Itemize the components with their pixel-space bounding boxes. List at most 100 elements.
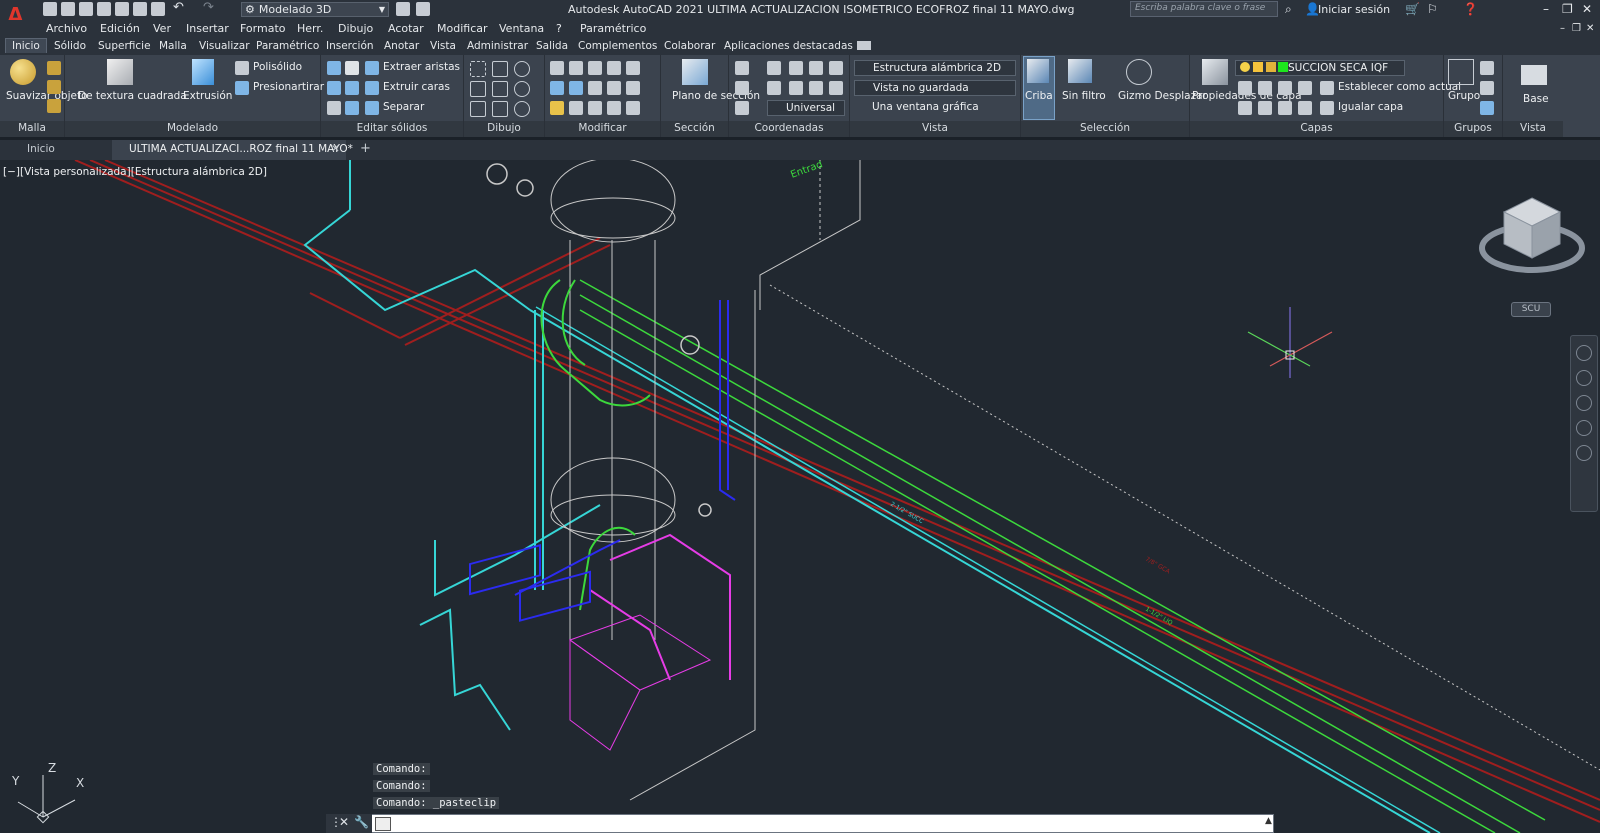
base-view-icon[interactable] [1521, 65, 1547, 85]
smooth-object-icon[interactable] [10, 59, 36, 85]
spline-icon[interactable] [470, 81, 486, 97]
extraer-button[interactable]: Extraer aristas [383, 61, 460, 73]
tab-vista[interactable]: Vista [430, 40, 456, 52]
tab-complementos[interactable]: Complementos [578, 40, 657, 52]
close-tab-icon[interactable]: ✕ [331, 143, 340, 155]
union-icon[interactable] [327, 61, 341, 75]
extrude-icon[interactable] [192, 59, 214, 85]
lock-icon[interactable] [1266, 62, 1276, 72]
panel-title-seccion[interactable]: Sección [661, 121, 728, 137]
named-view-dropdown[interactable]: Vista no guardada [854, 80, 1016, 96]
ucs-z-icon[interactable] [829, 61, 843, 75]
array-icon[interactable] [569, 81, 583, 95]
mirror-icon[interactable] [550, 61, 564, 75]
interfere-icon[interactable] [345, 81, 359, 95]
undo-icon[interactable]: ↶ [173, 1, 187, 16]
file-tab-home[interactable]: Inicio [27, 143, 55, 155]
layer-properties-icon[interactable] [1202, 59, 1228, 85]
restore-icon[interactable]: ❐ [1562, 2, 1573, 16]
extrude-faces-icon[interactable] [365, 81, 379, 95]
group-edit-icon[interactable] [1480, 81, 1494, 95]
web-mobile-icon[interactable] [115, 2, 129, 16]
base-button[interactable]: Base [1523, 93, 1549, 105]
line-icon[interactable] [492, 81, 508, 97]
menu-parametrico[interactable]: Paramétrico [580, 22, 646, 35]
drawing-canvas[interactable]: Entrad 2-1/2" SUCC 1-1/2" LIQ 7/8" GCA [0, 160, 1600, 833]
panel-title-coordenadas[interactable]: Coordenadas [729, 121, 849, 137]
layer-thaw-icon[interactable] [1278, 101, 1292, 115]
layer-unlock-icon[interactable] [1298, 101, 1312, 115]
account-icon[interactable]: ⚐ [1427, 2, 1438, 16]
layer-off-icon[interactable] [1238, 81, 1252, 95]
align-icon[interactable] [569, 101, 583, 115]
thicken-icon[interactable] [345, 101, 359, 115]
save-as-icon[interactable] [97, 2, 111, 16]
polyline-icon[interactable] [470, 61, 486, 77]
match-layer-icon[interactable] [1320, 101, 1334, 115]
stretch-icon[interactable] [607, 81, 621, 95]
tab-inicio[interactable]: Inicio [5, 38, 47, 53]
panel-title-vista-2[interactable]: Vista [1503, 121, 1563, 137]
ucs-x-icon[interactable] [789, 61, 803, 75]
ucs-face-icon[interactable] [735, 81, 749, 95]
panel-title-grupos[interactable]: Grupos [1444, 121, 1502, 137]
panel-title-editar-solidos[interactable]: Editar sólidos [321, 121, 463, 137]
extract-edges-icon[interactable] [365, 61, 379, 75]
trim-icon[interactable] [626, 61, 640, 75]
ucs-y-icon[interactable] [809, 61, 823, 75]
menu-formato[interactable]: Formato [240, 22, 286, 35]
ungroup-icon[interactable] [1480, 61, 1494, 75]
doc-close-icon[interactable]: ✕ [1586, 23, 1594, 34]
panel-title-modelado[interactable]: Modelado [65, 121, 320, 137]
move-icon[interactable] [588, 61, 602, 75]
wrench-icon[interactable]: 🔧 [354, 815, 369, 829]
close-command-icon[interactable]: ✕ [339, 815, 349, 829]
intersect-icon[interactable] [327, 81, 341, 95]
igualar-button[interactable]: Igualar capa [1338, 101, 1403, 113]
layer-lock-icon[interactable] [1298, 81, 1312, 95]
cart-icon[interactable]: 🛒 [1405, 2, 1420, 16]
panel-title-seleccion[interactable]: Selección [1021, 121, 1189, 137]
menu-herr[interactable]: Herr. [297, 22, 323, 35]
criba-button[interactable]: Criba [1025, 90, 1053, 102]
fillet-icon[interactable] [626, 81, 640, 95]
pan-icon[interactable] [1576, 370, 1592, 386]
tab-colaborar[interactable]: Colaborar [664, 40, 715, 52]
gizmo-icon[interactable] [1126, 59, 1152, 85]
close-icon[interactable]: ✕ [1582, 2, 1592, 16]
layer-freeze-icon[interactable] [1278, 81, 1292, 95]
help-icon[interactable]: ❓ [1463, 2, 1478, 16]
redo-icon[interactable]: ↷ [203, 1, 217, 16]
rotate3d-icon[interactable] [569, 61, 583, 75]
sun-icon[interactable] [1253, 62, 1263, 72]
offset-icon[interactable] [588, 101, 602, 115]
viewport-config-button[interactable]: Una ventana gráfica [872, 101, 979, 113]
minimize-icon[interactable]: – [1543, 2, 1549, 16]
propiedades-button[interactable]: Propiedades de capa [1192, 90, 1302, 102]
no-filter-icon[interactable] [1068, 59, 1092, 83]
tab-aplicaciones[interactable]: Aplicaciones destacadas [724, 40, 853, 52]
tab-malla[interactable]: Malla [159, 40, 187, 52]
scale-icon[interactable] [607, 61, 621, 75]
print-icon[interactable] [151, 2, 165, 16]
menu-acotar[interactable]: Acotar [388, 22, 424, 35]
ellipse-icon[interactable] [514, 101, 530, 117]
ucs-3point-icon[interactable] [789, 81, 803, 95]
gizmo-button[interactable]: Gizmo Desplazar [1118, 90, 1207, 102]
extrusion-button[interactable]: Extrusión [183, 90, 232, 102]
polysolid-icon[interactable] [235, 61, 249, 75]
command-prompt-icon[interactable] [375, 817, 391, 831]
layer-unisolate-icon[interactable] [1258, 101, 1272, 115]
mesh-box-icon[interactable] [47, 80, 61, 94]
polisolido-button[interactable]: Polisólido [253, 61, 302, 73]
tab-visualizar[interactable]: Visualizar [199, 40, 250, 52]
ucs-icon[interactable] [735, 61, 749, 75]
separate-icon[interactable] [365, 101, 379, 115]
tab-insercion[interactable]: Inserción [326, 40, 374, 52]
menu-dibujo[interactable]: Dibujo [338, 22, 373, 35]
section-plane-icon[interactable] [682, 59, 708, 85]
menu-help[interactable]: ? [556, 22, 562, 35]
workspace-selector[interactable]: ⚙ Modelado 3D ▼ [241, 2, 389, 17]
zoom-extents-icon[interactable] [1576, 395, 1592, 411]
slice-icon[interactable] [327, 101, 341, 115]
